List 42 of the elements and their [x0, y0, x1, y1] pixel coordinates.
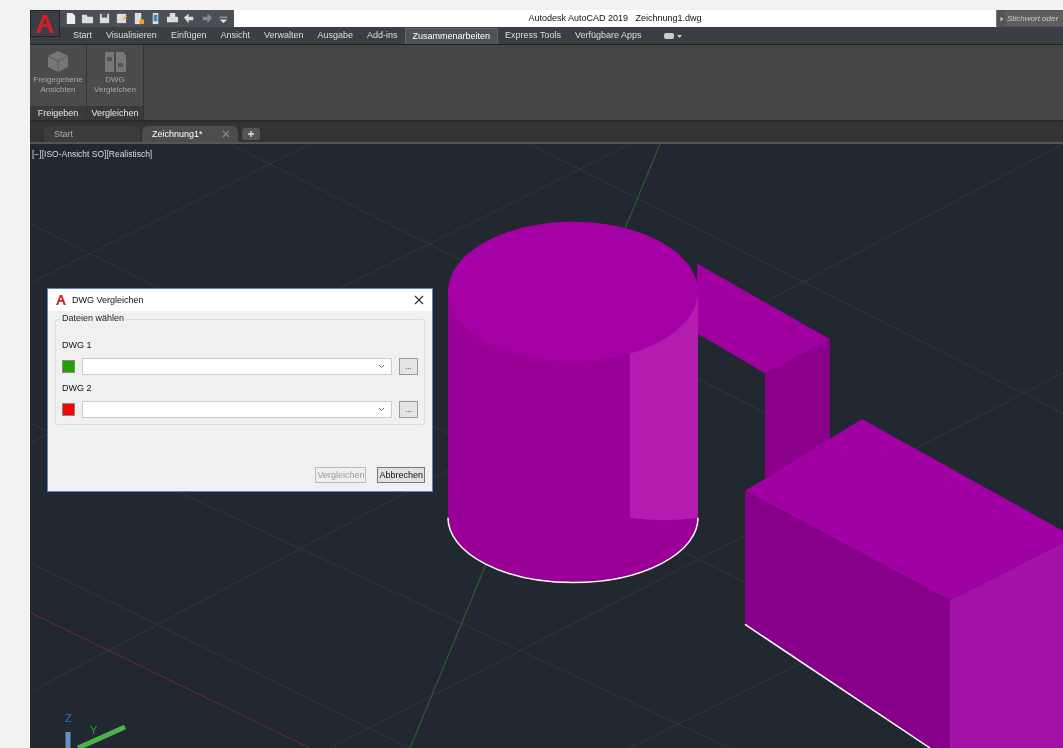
- cube-icon: [45, 49, 71, 75]
- file-label: DWG 2: [62, 383, 93, 393]
- viewport-label[interactable]: [−][ISO-Ansicht SO][Realistisch]: [32, 149, 153, 159]
- chevron-down-icon: [378, 407, 385, 412]
- document-icon[interactable]: [132, 12, 145, 25]
- ribbon-tab[interactable]: Einfügen: [163, 27, 214, 44]
- window-title: Autodesk AutoCAD 2019 Zeichnung1.dwg: [527, 12, 703, 25]
- app-menu-button[interactable]: [30, 10, 60, 37]
- axis-label: Z: [65, 712, 72, 724]
- add-tab-icon[interactable]: [242, 128, 260, 140]
- file-label: DWG 1: [62, 340, 93, 350]
- browse-button[interactable]: ...: [399, 358, 418, 375]
- print-icon[interactable]: [166, 12, 179, 25]
- ribbon-tab[interactable]: Ansicht: [213, 27, 257, 44]
- dialog-button[interactable]: Abbrechen: [377, 467, 425, 483]
- letter-a-logo-icon: [55, 294, 67, 306]
- ribbon-tab[interactable]: Express Tools: [498, 27, 568, 44]
- ribbon-tab[interactable]: Add-ins: [360, 27, 405, 44]
- file-tab[interactable]: Zeichnung1*: [142, 126, 238, 142]
- undo-icon[interactable]: [183, 12, 196, 25]
- new-file-icon[interactable]: [64, 12, 77, 25]
- panel-title: Vergleichen: [87, 106, 143, 120]
- folder-icon[interactable]: [81, 12, 94, 25]
- two-documents-icon: [102, 49, 128, 75]
- ribbon-tab[interactable]: Verwalten: [256, 27, 311, 44]
- dialog-title: DWG Vergleichen: [72, 295, 145, 305]
- letter-a-logo-icon: [34, 13, 56, 34]
- browse-button[interactable]: ...: [399, 401, 418, 418]
- ribbon-tab[interactable]: Visualisieren: [99, 27, 164, 44]
- close-icon[interactable]: [414, 295, 424, 305]
- ribbon-tab[interactable]: Zusammenarbeiten: [404, 27, 499, 44]
- save-icon[interactable]: [98, 12, 111, 25]
- ribbon-tab[interactable]: Start: [66, 27, 99, 44]
- axis-label: Y: [90, 724, 98, 736]
- file-tab[interactable]: Start: [44, 126, 140, 142]
- chevron-down-icon: [378, 364, 385, 369]
- save-as-icon[interactable]: [115, 12, 128, 25]
- search-field[interactable]: Stichwort oder: [1005, 11, 1063, 26]
- ribbon-tab[interactable]: Ausgabe: [310, 27, 360, 44]
- ribbon-tab[interactable]: Verfügbare Apps: [567, 27, 649, 44]
- group-title: Dateien wählen: [60, 313, 127, 323]
- panel-title: Freigeben: [30, 106, 86, 120]
